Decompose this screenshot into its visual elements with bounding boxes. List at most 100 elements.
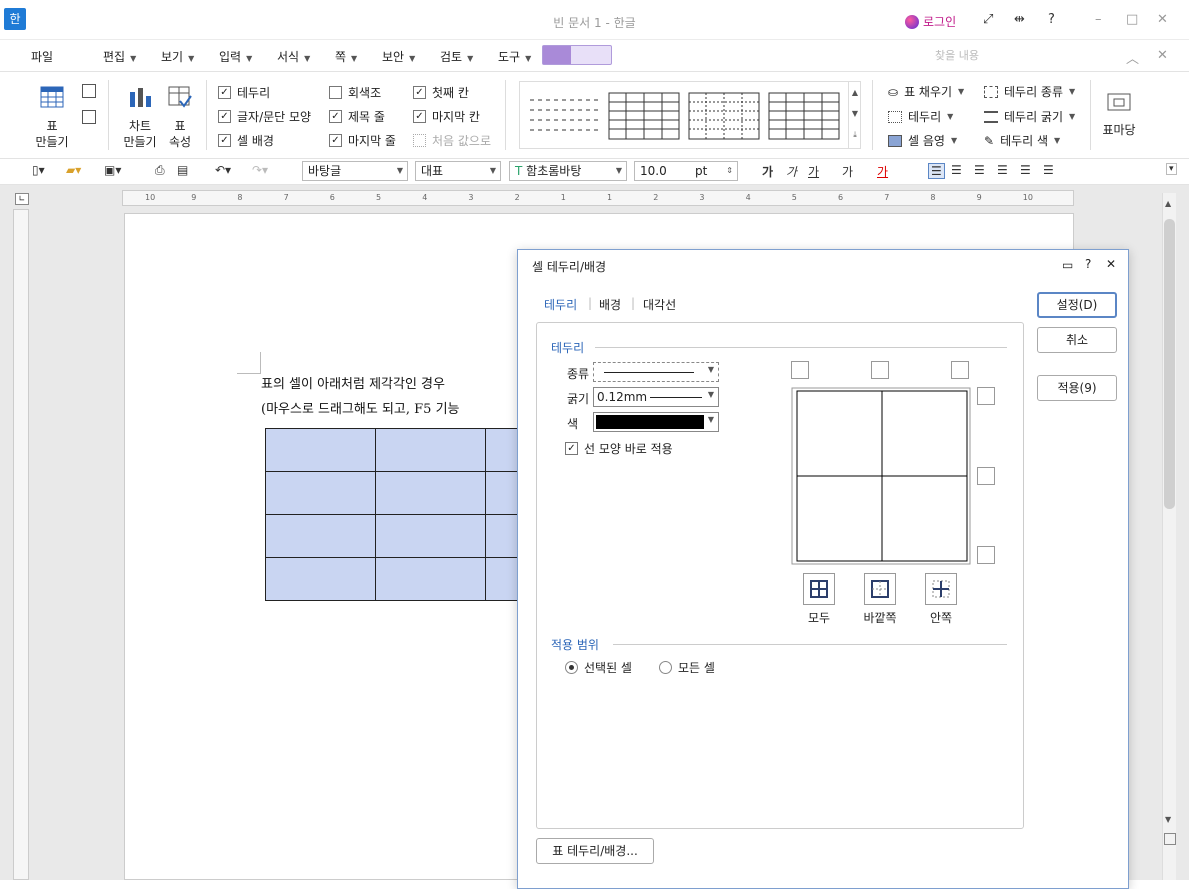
table-cell[interactable]	[375, 471, 486, 515]
top-border-toggle-icon[interactable]	[977, 387, 995, 405]
reset-style-button[interactable]: 처음 값으로	[413, 132, 491, 149]
preset-outer[interactable]: 바깥쪽	[855, 573, 905, 626]
align-split-icon[interactable]: ☰	[1043, 163, 1054, 177]
vertical-ruler[interactable]	[13, 209, 29, 880]
font-select[interactable]: T 함초롬바탕 ▼	[509, 161, 627, 181]
table-macro-button[interactable]: 표마당	[1098, 90, 1140, 138]
check-last-row[interactable]: ✓ 마지막 줄	[329, 132, 396, 149]
comment-icon[interactable]: ▭	[1062, 258, 1073, 272]
language-select[interactable]: 대표 ▼	[415, 161, 501, 181]
table-cell[interactable]	[265, 471, 376, 515]
scroll-thumb[interactable]	[1164, 219, 1175, 509]
cell-shade-button[interactable]: 셀 음영 ▼	[888, 132, 957, 149]
border-color-button[interactable]: ✎ 테두리 색 ▼	[984, 132, 1060, 149]
table-style-dashed[interactable]	[528, 92, 600, 140]
scope-all-radio[interactable]: 모든 셀	[659, 659, 715, 676]
tab-diagonal[interactable]: 대각선	[643, 296, 676, 313]
table-props-button[interactable]: 표 속성	[162, 86, 198, 150]
toolbar-expand-icon[interactable]: ▾	[1166, 163, 1177, 175]
scope-selected-radio[interactable]: 선택된 셀	[565, 659, 632, 676]
fullscreen-icon[interactable]: ⤢	[983, 12, 993, 27]
maximize-button[interactable]: □	[1126, 12, 1138, 27]
align-right-icon[interactable]: ☰	[997, 163, 1008, 177]
redo-icon[interactable]: ↷▾	[252, 163, 268, 177]
table-fill-button[interactable]: ⛀ 표 채우기 ▼	[888, 83, 964, 100]
line-type-select[interactable]: ▼	[593, 362, 719, 382]
check-last-col[interactable]: ✓ 마지막 칸	[413, 108, 480, 125]
scroll-up-icon[interactable]: ▲	[1165, 199, 1171, 208]
menu-view[interactable]: 보기 ▼	[161, 48, 194, 65]
check-first-col[interactable]: ✓ 첫째 칸	[413, 84, 469, 101]
table-style-grid[interactable]	[608, 92, 680, 140]
table-draw-icon[interactable]	[82, 84, 96, 98]
table-make-button[interactable]: 표 만들기	[30, 86, 74, 150]
right-border-toggle-icon[interactable]	[951, 361, 969, 379]
tab-background[interactable]: 배경	[599, 296, 621, 313]
align-justify-icon[interactable]: ☰	[928, 163, 945, 179]
menu-file[interactable]: 파일	[31, 48, 53, 65]
ok-button[interactable]: 설정(D)	[1037, 292, 1117, 318]
undo-icon[interactable]: ↶▾	[215, 163, 231, 177]
table-cell[interactable]	[265, 557, 376, 601]
bottom-border-toggle-icon[interactable]	[977, 546, 995, 564]
table-context-tab[interactable]	[542, 45, 612, 65]
border-weight-button[interactable]: 테두리 굵기 ▼	[984, 108, 1075, 125]
menu-review[interactable]: 검토 ▼	[440, 48, 473, 65]
minimize-button[interactable]: –	[1095, 12, 1102, 27]
check-grayscale[interactable]: 회색조	[329, 84, 381, 101]
table-cell[interactable]	[265, 428, 376, 472]
scroll-down-icon[interactable]: ▼	[1165, 815, 1171, 824]
chart-make-button[interactable]: 차트 만들기	[118, 86, 162, 150]
find-input[interactable]: 찾을 내용	[935, 47, 1110, 65]
preset-all[interactable]: 모두	[794, 573, 844, 626]
table-border-bg-button[interactable]: 표 테두리/배경...	[536, 838, 654, 864]
underline-button[interactable]: 가	[808, 163, 819, 180]
italic-button[interactable]: 가	[786, 163, 797, 180]
gallery-scroll[interactable]: ▲ ▼ ⤓	[848, 82, 861, 148]
apply-shape-checkbox[interactable]: ✓ 선 모양 바로 적용	[565, 440, 673, 457]
table-cell[interactable]	[375, 557, 486, 601]
check-char-para[interactable]: ✓ 글자/문단 모양	[218, 108, 311, 125]
strike-button[interactable]: 가	[842, 163, 853, 180]
preview-icon[interactable]: ▤	[177, 163, 188, 177]
horizontal-ruler[interactable]: 10 9 8 7 6 5 4 3 2 1 1 2 3 4 5 6 7 8 9 10	[122, 190, 1074, 206]
align-center-icon[interactable]: ☰	[974, 163, 985, 177]
line-color-select[interactable]: ▼	[593, 412, 719, 432]
preset-inner[interactable]: 안쪽	[916, 573, 966, 626]
fit-width-icon[interactable]: ⇹	[1014, 12, 1025, 27]
help-icon[interactable]: ?	[1048, 12, 1055, 27]
save-icon[interactable]: ▣▾	[104, 163, 121, 177]
menu-page[interactable]: 쪽 ▼	[335, 48, 357, 65]
help-icon[interactable]: ?	[1085, 257, 1091, 271]
new-doc-icon[interactable]: ▯▾	[32, 163, 45, 177]
print-icon[interactable]: ⎙	[155, 163, 165, 178]
menu-security[interactable]: 보안 ▼	[382, 48, 415, 65]
text-color-button[interactable]: 가	[877, 163, 888, 180]
border-preview[interactable]	[791, 387, 971, 565]
login-button[interactable]: 로그인	[905, 13, 956, 30]
align-left-icon[interactable]: ☰	[951, 163, 962, 177]
style-select[interactable]: 바탕글 ▼	[302, 161, 408, 181]
menu-tools[interactable]: 도구 ▼	[498, 48, 531, 65]
table-cell[interactable]	[375, 428, 486, 472]
menu-insert[interactable]: 입력 ▼	[219, 48, 252, 65]
border-button[interactable]: 테두리 ▼	[888, 108, 953, 125]
check-border[interactable]: ✓ 테두리	[218, 84, 270, 101]
inner-vertical-border-toggle-icon[interactable]	[871, 361, 889, 379]
apply-button[interactable]: 적용(9)	[1037, 375, 1117, 401]
check-cell-bg[interactable]: ✓ 셀 배경	[218, 132, 274, 149]
collapse-ribbon-icon[interactable]: ︿	[1126, 48, 1139, 67]
line-weight-select[interactable]: 0.12mm ▼	[593, 387, 719, 407]
table-erase-icon[interactable]	[82, 110, 96, 124]
menu-format[interactable]: 서식 ▼	[277, 48, 310, 65]
ruler-corner-icon[interactable]: ∟	[15, 193, 29, 205]
check-header-row[interactable]: ✓ 제목 줄	[329, 108, 385, 125]
vertical-scrollbar[interactable]: ▲ ▼	[1162, 193, 1176, 880]
cancel-button[interactable]: 취소	[1037, 327, 1117, 353]
bold-button[interactable]: 가	[762, 163, 773, 180]
align-distribute-icon[interactable]: ☰	[1020, 163, 1031, 177]
open-folder-icon[interactable]: ▰▾	[66, 163, 81, 177]
font-size-input[interactable]: 10.0 pt ⇕	[634, 161, 738, 181]
close-doc-icon[interactable]: ✕	[1157, 48, 1168, 63]
dialog-close-button[interactable]: ✕	[1106, 257, 1116, 271]
